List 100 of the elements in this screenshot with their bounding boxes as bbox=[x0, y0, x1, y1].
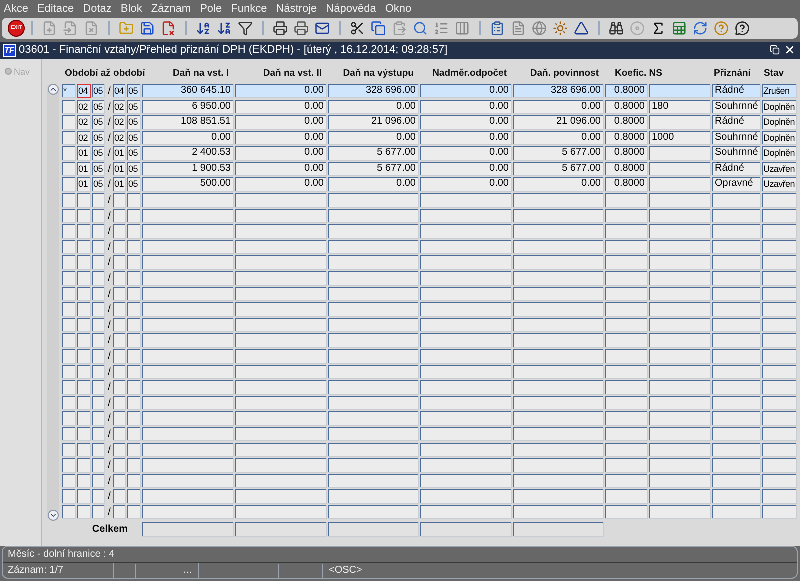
year-field[interactable] bbox=[92, 255, 105, 270]
year-field[interactable] bbox=[92, 489, 105, 504]
amount-field[interactable] bbox=[420, 396, 512, 410]
month-field[interactable] bbox=[77, 426, 91, 442]
year-field[interactable]: 05 bbox=[127, 177, 141, 192]
amount-field[interactable]: 0.00 bbox=[235, 84, 327, 98]
year-field[interactable]: 05 bbox=[127, 146, 141, 161]
coefficient-field[interactable]: 0.8000 bbox=[605, 84, 648, 98]
amount-field[interactable]: 5 677.00 bbox=[328, 146, 419, 161]
year-field[interactable]: 05 bbox=[127, 130, 141, 146]
ns-field[interactable] bbox=[649, 318, 711, 332]
status-field[interactable] bbox=[762, 474, 797, 488]
month-field[interactable]: 01 bbox=[77, 146, 91, 161]
ns-field[interactable] bbox=[649, 84, 711, 98]
ns-field[interactable] bbox=[649, 474, 711, 488]
year-field[interactable] bbox=[92, 474, 105, 488]
coefficient-field[interactable] bbox=[605, 442, 648, 458]
year-field[interactable] bbox=[92, 193, 105, 208]
ns-field[interactable]: 1000 bbox=[649, 130, 711, 146]
amount-field[interactable] bbox=[235, 333, 327, 348]
year-field[interactable]: 05 bbox=[127, 100, 141, 114]
status-field[interactable]: Doplněn bbox=[762, 130, 797, 146]
amount-field[interactable] bbox=[513, 193, 604, 208]
coefficient-field[interactable] bbox=[605, 411, 648, 426]
amount-field[interactable] bbox=[142, 271, 234, 286]
month-field[interactable] bbox=[113, 333, 126, 348]
scissors-icon[interactable] bbox=[350, 20, 365, 36]
return-type-field[interactable] bbox=[712, 333, 761, 348]
status-field[interactable] bbox=[762, 349, 797, 364]
restore-icon[interactable] bbox=[770, 45, 780, 56]
amount-field[interactable] bbox=[420, 474, 512, 488]
row-marker[interactable] bbox=[62, 489, 76, 504]
amount-field[interactable]: 500.00 bbox=[142, 177, 234, 192]
amount-field[interactable] bbox=[142, 489, 234, 504]
year-field[interactable] bbox=[92, 364, 105, 380]
year-field[interactable]: 05 bbox=[127, 84, 141, 98]
amount-field[interactable] bbox=[420, 411, 512, 426]
row-marker[interactable] bbox=[62, 177, 76, 192]
copy-icon[interactable] bbox=[371, 20, 386, 36]
status-field[interactable] bbox=[762, 286, 797, 302]
month-field[interactable] bbox=[77, 364, 91, 380]
status-field[interactable] bbox=[762, 193, 797, 208]
year-field[interactable] bbox=[92, 318, 105, 332]
document-icon[interactable] bbox=[511, 20, 526, 36]
month-field[interactable]: 01 bbox=[113, 162, 126, 176]
row-marker[interactable] bbox=[62, 458, 76, 473]
row-marker[interactable] bbox=[62, 240, 76, 254]
coefficient-field[interactable] bbox=[605, 364, 648, 380]
amount-field[interactable] bbox=[420, 208, 512, 224]
return-type-field[interactable]: Řádné bbox=[712, 162, 761, 176]
amount-field[interactable] bbox=[142, 442, 234, 458]
year-field[interactable] bbox=[127, 458, 141, 473]
amount-field[interactable] bbox=[142, 411, 234, 426]
amount-field[interactable] bbox=[513, 349, 604, 364]
amount-field[interactable] bbox=[142, 380, 234, 395]
amount-field[interactable]: 0.00 bbox=[420, 100, 512, 114]
status-field[interactable] bbox=[762, 426, 797, 442]
year-field[interactable] bbox=[127, 380, 141, 395]
ns-field[interactable] bbox=[649, 255, 711, 270]
year-field[interactable] bbox=[92, 271, 105, 286]
coefficient-field[interactable] bbox=[605, 286, 648, 302]
amount-field[interactable] bbox=[142, 396, 234, 410]
ns-field[interactable] bbox=[649, 193, 711, 208]
amount-field[interactable] bbox=[328, 396, 419, 410]
menu-item[interactable]: Editace bbox=[37, 0, 74, 18]
amount-field[interactable]: 108 851.51 bbox=[142, 115, 234, 130]
return-type-field[interactable] bbox=[712, 302, 761, 317]
menu-item[interactable]: Funkce bbox=[231, 0, 268, 18]
month-field[interactable] bbox=[77, 318, 91, 332]
month-field[interactable]: 02 bbox=[77, 115, 91, 130]
return-type-field[interactable] bbox=[712, 489, 761, 504]
amount-field[interactable] bbox=[328, 318, 419, 332]
amount-field[interactable]: 0.00 bbox=[235, 177, 327, 192]
return-type-field[interactable] bbox=[712, 208, 761, 224]
coefficient-field[interactable] bbox=[605, 349, 648, 364]
amount-field[interactable] bbox=[235, 240, 327, 254]
amount-field[interactable] bbox=[328, 380, 419, 395]
return-type-field[interactable] bbox=[712, 411, 761, 426]
amount-field[interactable]: 5 677.00 bbox=[513, 162, 604, 176]
month-field[interactable] bbox=[113, 318, 126, 332]
coefficient-field[interactable] bbox=[605, 474, 648, 488]
year-field[interactable] bbox=[127, 271, 141, 286]
status-field[interactable]: Doplněn bbox=[762, 100, 797, 114]
amount-field[interactable] bbox=[328, 426, 419, 442]
amount-field[interactable] bbox=[235, 286, 327, 302]
amount-field[interactable]: 0.00 bbox=[513, 130, 604, 146]
amount-field[interactable] bbox=[328, 333, 419, 348]
amount-field[interactable] bbox=[420, 318, 512, 332]
ns-field[interactable] bbox=[649, 349, 711, 364]
coefficient-field[interactable]: 0.8000 bbox=[605, 162, 648, 176]
amount-field[interactable]: 0.00 bbox=[328, 130, 419, 146]
return-type-field[interactable] bbox=[712, 224, 761, 239]
return-type-field[interactable] bbox=[712, 504, 761, 520]
status-field[interactable] bbox=[762, 302, 797, 317]
amount-field[interactable] bbox=[328, 349, 419, 364]
month-field[interactable] bbox=[113, 442, 126, 458]
month-field[interactable]: 01 bbox=[77, 162, 91, 176]
row-marker[interactable] bbox=[62, 224, 76, 239]
return-type-field[interactable]: Souhrnné bbox=[712, 146, 761, 161]
amount-field[interactable] bbox=[513, 318, 604, 332]
